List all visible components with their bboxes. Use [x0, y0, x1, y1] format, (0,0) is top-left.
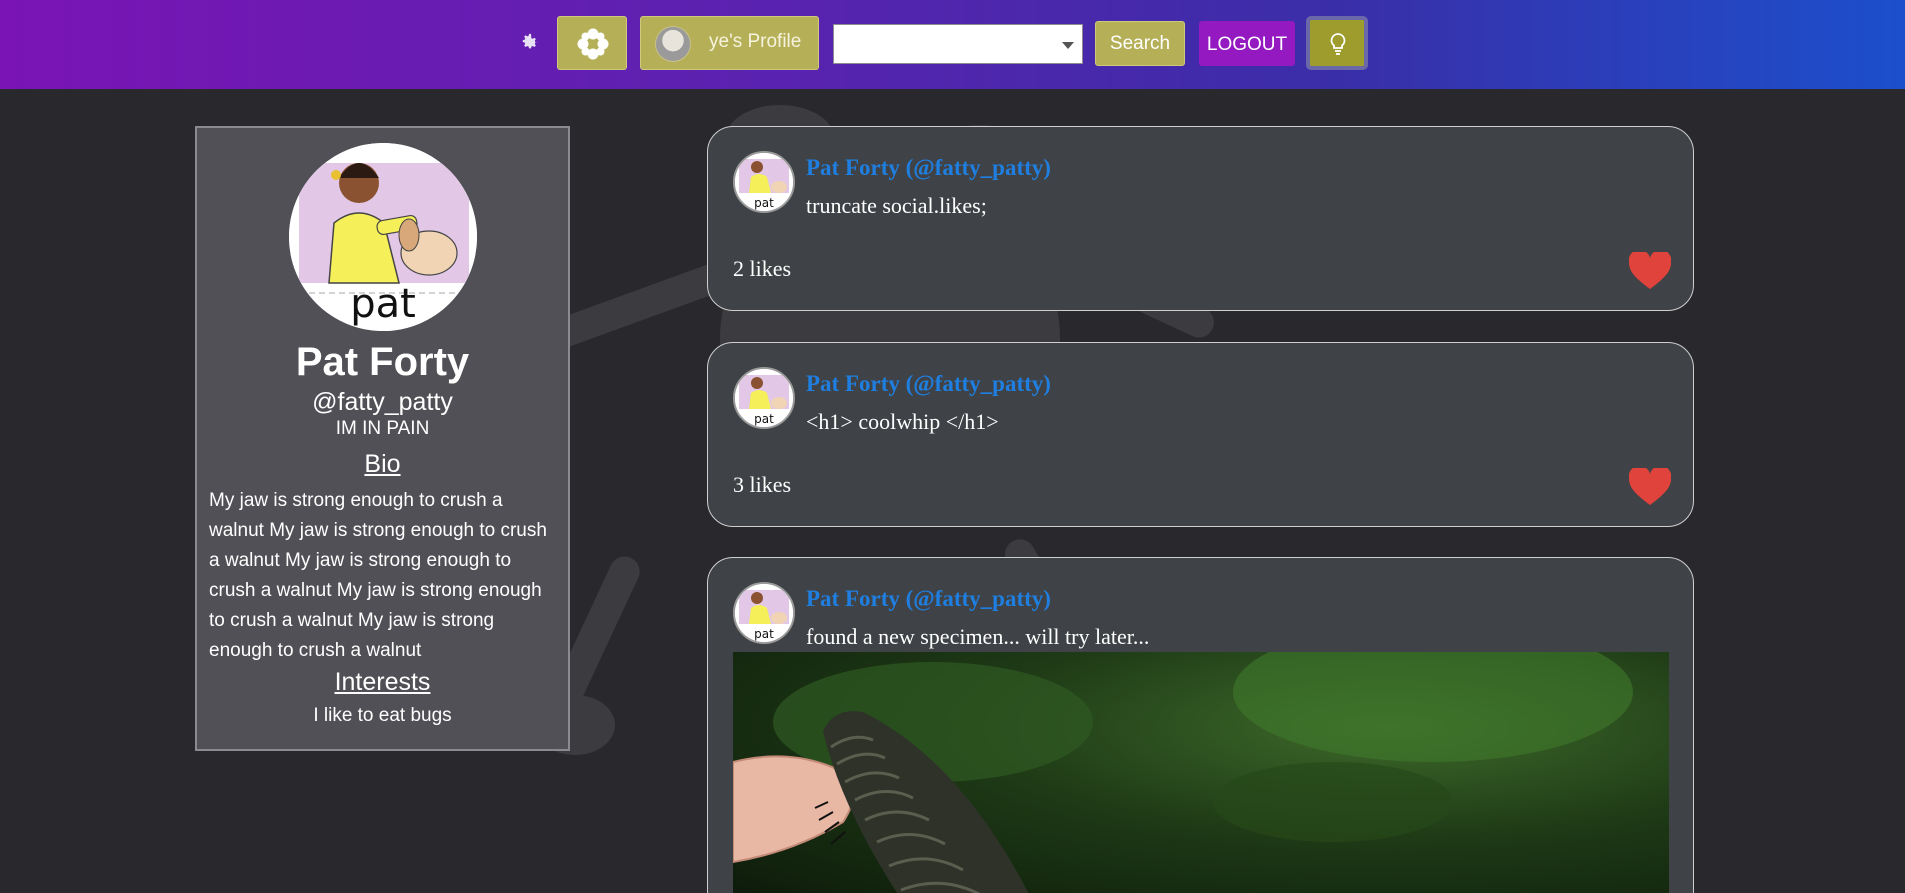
- interests-text: I like to eat bugs: [313, 705, 452, 726]
- search-select[interactable]: [833, 24, 1083, 64]
- heart-icon[interactable]: [1629, 468, 1671, 506]
- post-author-link[interactable]: Pat Forty (@fatty_patty): [806, 586, 1051, 612]
- my-profile-button[interactable]: ye's Profile: [640, 16, 819, 70]
- post-avatar[interactable]: pat: [733, 582, 795, 644]
- gear-icon[interactable]: [519, 31, 541, 53]
- post-card: pat Pat Forty (@fatty_patty) truncate so…: [707, 126, 1694, 311]
- post-likes-count: 2 likes: [733, 256, 792, 281]
- flower-icon: [577, 28, 609, 60]
- logout-button[interactable]: LOGOUT: [1199, 21, 1295, 66]
- heart-icon[interactable]: [1629, 252, 1671, 290]
- post-text: found a new specimen... will try later..…: [806, 624, 1150, 649]
- top-navbar: ye's Profile Search LOGOUT: [0, 0, 1905, 89]
- svg-text:pat: pat: [754, 412, 774, 426]
- post-avatar[interactable]: pat: [733, 367, 795, 429]
- home-flower-button[interactable]: [557, 16, 627, 70]
- search-button[interactable]: Search: [1095, 21, 1185, 66]
- bio-text: My jaw is strong enough to crush a walnu…: [209, 490, 547, 661]
- post-author-link[interactable]: Pat Forty (@fatty_patty): [806, 371, 1051, 397]
- lightbulb-icon: [1330, 33, 1346, 55]
- theme-toggle-button[interactable]: [1306, 16, 1368, 70]
- post-text: truncate social.likes;: [806, 193, 987, 218]
- profile-handle: @fatty_patty: [312, 388, 453, 416]
- post-image: [733, 652, 1669, 893]
- svg-text:pat: pat: [754, 196, 774, 210]
- interests-heading: Interests: [334, 668, 431, 696]
- profile-status: IM IN PAIN: [335, 418, 430, 439]
- avatar: [655, 26, 691, 62]
- profile-avatar: pat: [289, 143, 477, 331]
- post-avatar[interactable]: pat: [733, 151, 795, 213]
- post-likes-count: 3 likes: [733, 472, 792, 497]
- profile-name: Pat Forty: [295, 340, 470, 384]
- post-text: <h1> coolwhip </h1>: [806, 409, 999, 434]
- post-card: pat Pat Forty (@fatty_patty) found a new…: [707, 557, 1694, 893]
- post-author-link[interactable]: Pat Forty (@fatty_patty): [806, 155, 1051, 181]
- bio-heading: Bio: [364, 450, 401, 478]
- chevron-down-icon: [1062, 42, 1074, 49]
- svg-text:pat: pat: [754, 627, 774, 641]
- profile-button-label: ye's Profile: [709, 31, 802, 52]
- avatar-caption: pat: [350, 281, 416, 327]
- profile-card: pat Pat Forty @fatty_patty IM IN PAIN Bi…: [195, 126, 570, 751]
- post-card: pat Pat Forty (@fatty_patty) <h1> coolwh…: [707, 342, 1694, 527]
